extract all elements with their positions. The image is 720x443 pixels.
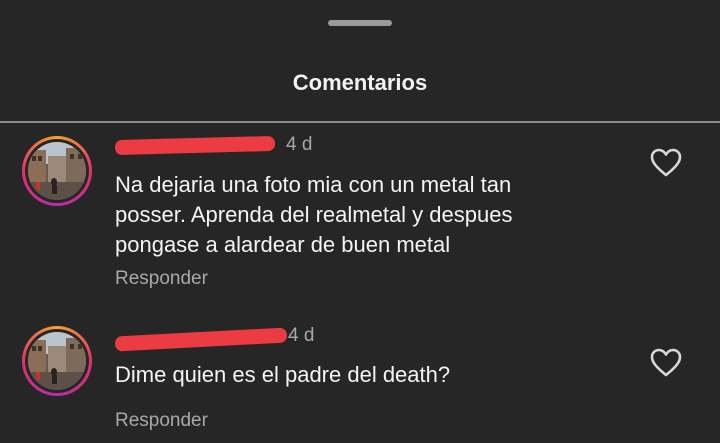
reply-button[interactable]: Responder (115, 410, 208, 432)
drag-handle[interactable] (328, 20, 392, 26)
avatar[interactable] (22, 326, 92, 396)
comments-sheet: Comentarios 4 d Na dejaria una foto mia … (0, 0, 720, 443)
heart-outline-icon[interactable] (650, 348, 682, 378)
avatar-image (28, 142, 86, 200)
redacted-username (114, 327, 288, 352)
comment-text: Na dejaria una foto mia con un metal tan… (115, 172, 513, 257)
sheet-title: Comentarios (292, 70, 428, 95)
avatar-image (28, 332, 86, 390)
comment-timestamp: 4 d (288, 325, 315, 346)
comment-timestamp: 4 d (286, 134, 313, 155)
comment-text: Dime quien es el padre del death? (115, 362, 451, 387)
heart-outline-icon[interactable] (650, 148, 682, 178)
divider (0, 121, 720, 123)
redacted-username (114, 135, 276, 156)
reply-button[interactable]: Responder (115, 268, 208, 290)
avatar[interactable] (22, 136, 92, 206)
